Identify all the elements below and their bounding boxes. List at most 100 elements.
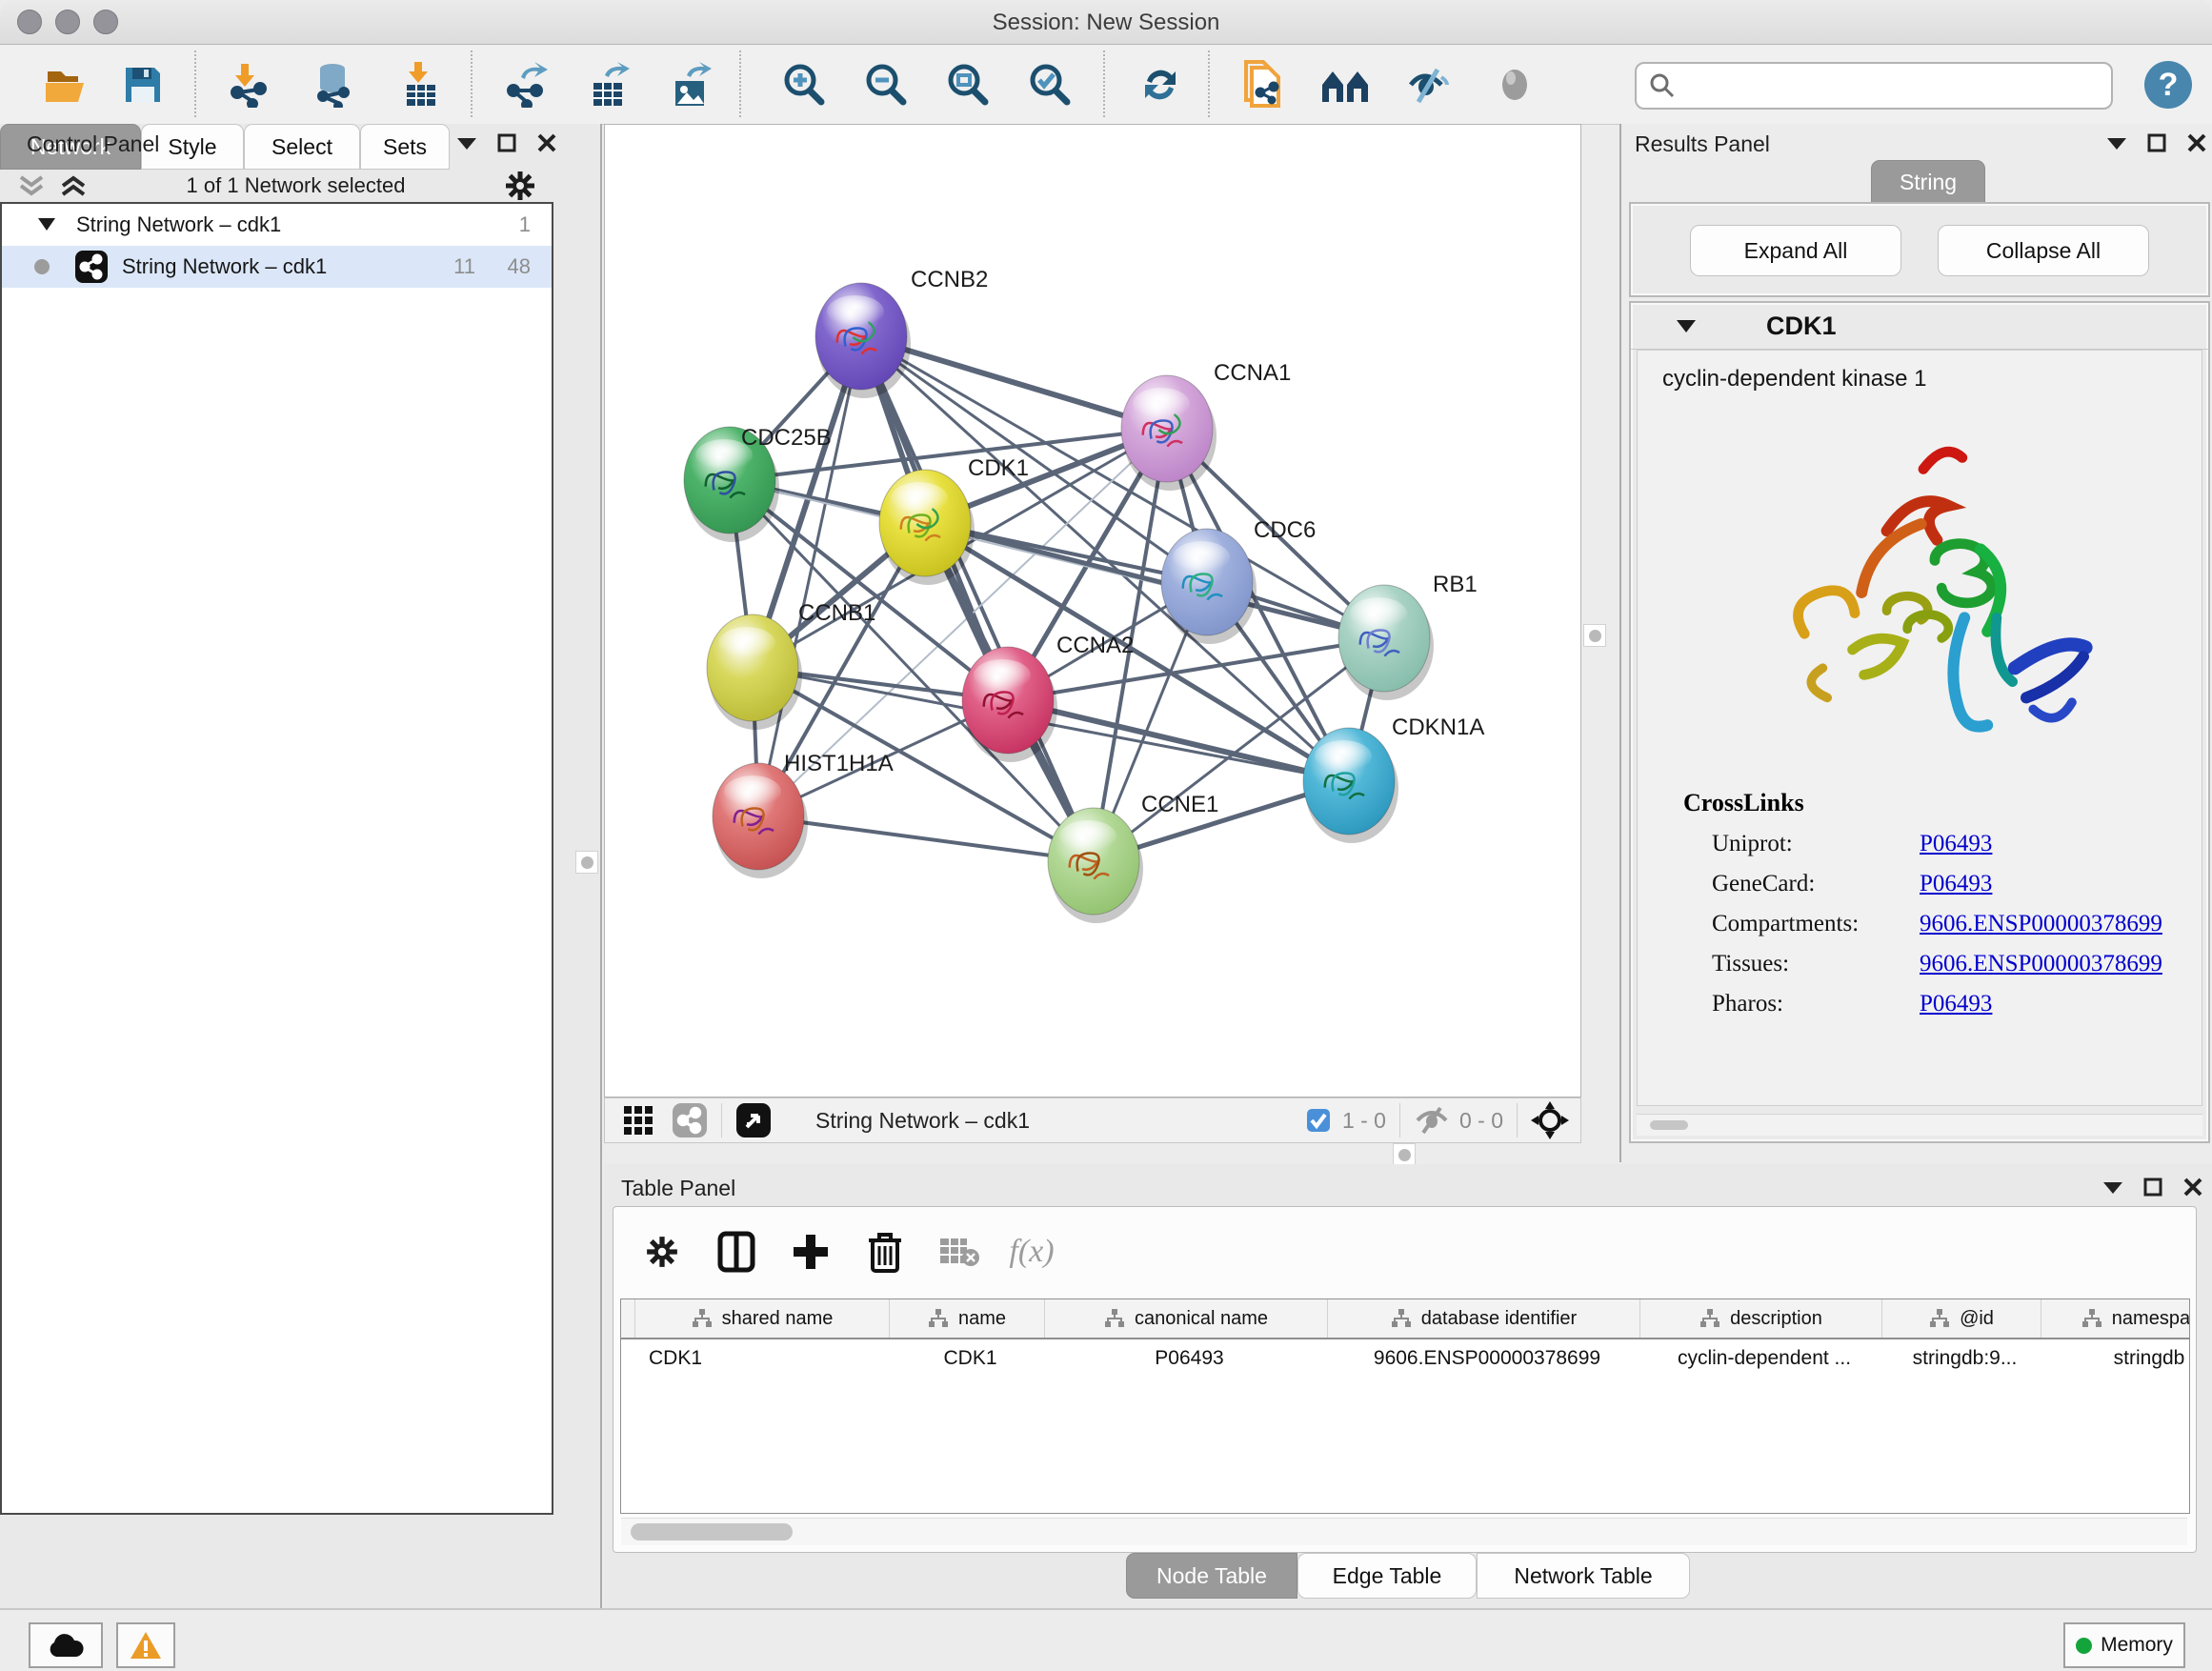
edge-CCNB2-HIST1H1A[interactable]: [758, 336, 861, 816]
table-options-gear-icon[interactable]: [636, 1226, 688, 1278]
scrollbar-thumb[interactable]: [631, 1523, 793, 1540]
save-session-icon[interactable]: [116, 58, 170, 111]
zoom-fit-icon[interactable]: [941, 58, 995, 111]
table-cell[interactable]: stringdb: [2041, 1347, 2190, 1370]
crosslink-link[interactable]: P06493: [1920, 991, 1992, 1017]
node-CCNA2[interactable]: [962, 647, 1057, 762]
import-database-icon[interactable]: [307, 58, 360, 111]
export-table-icon[interactable]: [583, 58, 636, 111]
open-session-icon[interactable]: [40, 58, 93, 111]
help-icon[interactable]: ?: [2142, 58, 2195, 111]
expand-all-tree-icon[interactable]: [59, 173, 88, 198]
tab-select[interactable]: Select: [244, 124, 360, 170]
delete-column-icon[interactable]: [859, 1226, 911, 1278]
open-in-window-icon[interactable]: [735, 1102, 772, 1138]
float-panel-icon[interactable]: [497, 133, 516, 152]
zoom-in-icon[interactable]: [777, 58, 831, 111]
results-scrollbar[interactable]: [1637, 1114, 2202, 1136]
new-network-from-file-icon[interactable]: [1235, 58, 1288, 111]
export-network-icon[interactable]: [499, 58, 553, 111]
add-column-icon[interactable]: [785, 1226, 836, 1278]
import-network-icon[interactable]: [223, 58, 276, 111]
right-splitter-handle[interactable]: [1583, 624, 1606, 647]
export-image-icon[interactable]: [665, 58, 718, 111]
bottom-splitter-handle[interactable]: [1393, 1143, 1416, 1166]
edge-CCNB2-CCNE1[interactable]: [861, 336, 1094, 861]
close-panel-icon[interactable]: [2183, 1178, 2202, 1197]
crosslink-link[interactable]: 9606.ENSP00000378699: [1920, 951, 2162, 977]
control-panel: Control Panel NetworkStyleSelectSets 1 o…: [0, 124, 602, 1608]
show-columns-icon[interactable]: [711, 1226, 762, 1278]
collapse-all-tree-icon[interactable]: [17, 173, 46, 198]
collapse-section-icon[interactable]: [1677, 319, 1696, 333]
table-scrollbar[interactable]: [621, 1518, 2187, 1545]
network-canvas[interactable]: CCNB2CCNA1CDC25BCDK1CDC6RB1CCNB1CCNA2CDK…: [604, 124, 1581, 1097]
tree-expand-icon[interactable]: [38, 218, 55, 232]
table-header-row[interactable]: shared namenamecanonical namedatabase id…: [621, 1299, 2189, 1339]
float-menu-icon[interactable]: [2103, 1180, 2122, 1194]
node-CCNB2[interactable]: [815, 283, 911, 398]
tab-network-table[interactable]: Network Table: [1477, 1553, 1690, 1599]
node-RB1[interactable]: [1338, 585, 1434, 700]
hide-graphics-details-icon[interactable]: [1402, 58, 1456, 111]
collapse-all-button[interactable]: Collapse All: [1938, 225, 2149, 276]
node-CDKN1A[interactable]: [1303, 728, 1398, 843]
float-panel-icon[interactable]: [2147, 133, 2166, 152]
memory-button[interactable]: Memory: [2063, 1622, 2185, 1668]
gene-section-header[interactable]: CDK1: [1631, 303, 2208, 350]
edge-HIST1H1A-CCNE1[interactable]: [758, 816, 1094, 861]
column-header-databaseidentifier[interactable]: database identifier: [1328, 1299, 1640, 1338]
node-CDC6[interactable]: [1161, 529, 1257, 644]
search-input[interactable]: [1635, 62, 2113, 110]
cybrowser-houses-icon[interactable]: [1318, 58, 1372, 111]
node-CDK1[interactable]: [879, 470, 975, 585]
refresh-icon[interactable]: [1134, 58, 1187, 111]
table-row[interactable]: CDK1CDK1P064939606.ENSP00000378699cyclin…: [621, 1339, 2189, 1378]
zoom-selected-icon[interactable]: [1023, 58, 1076, 111]
float-panel-icon[interactable]: [2143, 1178, 2162, 1197]
cloud-button[interactable]: [29, 1622, 103, 1668]
table-cell[interactable]: stringdb:9...: [1882, 1347, 2041, 1370]
crosslink-link[interactable]: P06493: [1920, 831, 1992, 857]
node-CCNA1[interactable]: [1121, 375, 1217, 491]
tab-node-table[interactable]: Node Table: [1126, 1553, 1297, 1599]
fit-content-crosshair-icon[interactable]: [1531, 1101, 1569, 1139]
table-cell[interactable]: P06493: [1045, 1347, 1328, 1370]
crosslink-link[interactable]: 9606.ENSP00000378699: [1920, 911, 2162, 937]
table-cell[interactable]: CDK1: [635, 1347, 890, 1370]
column-header-name[interactable]: name: [890, 1299, 1045, 1338]
close-panel-icon[interactable]: [537, 133, 556, 152]
node-CCNE1[interactable]: [1048, 808, 1143, 923]
column-header-namespace[interactable]: namespace: [2041, 1299, 2190, 1338]
left-splitter-handle[interactable]: [575, 851, 598, 874]
tab-edge-table[interactable]: Edge Table: [1297, 1553, 1477, 1599]
column-header-canonicalname[interactable]: canonical name: [1045, 1299, 1328, 1338]
table-cell[interactable]: CDK1: [890, 1347, 1045, 1370]
import-table-icon[interactable]: [394, 58, 448, 111]
table-cell[interactable]: cyclin-dependent ...: [1640, 1347, 1882, 1370]
string-network-graph[interactable]: CCNB2CCNA1CDC25BCDK1CDC6RB1CCNB1CCNA2CDK…: [605, 125, 1580, 1097]
column-header-description[interactable]: description: [1640, 1299, 1882, 1338]
node-table[interactable]: shared namenamecanonical namedatabase id…: [620, 1299, 2190, 1514]
column-header-id[interactable]: @id: [1882, 1299, 2041, 1338]
string-panel-toggle-icon[interactable]: [672, 1102, 708, 1138]
network-options-gear-icon[interactable]: [504, 170, 536, 202]
node-HIST1H1A[interactable]: [713, 763, 808, 878]
tab-sets[interactable]: Sets: [360, 124, 450, 170]
zoom-out-icon[interactable]: [859, 58, 913, 111]
network-collection-row[interactable]: String Network – cdk1 1: [2, 204, 552, 246]
birds-eye-view-icon[interactable]: [622, 1104, 654, 1137]
expand-all-button[interactable]: Expand All: [1690, 225, 1901, 276]
close-panel-icon[interactable]: [2187, 133, 2206, 152]
table-cell[interactable]: 9606.ENSP00000378699: [1328, 1347, 1640, 1370]
float-menu-icon[interactable]: [457, 136, 476, 150]
float-menu-icon[interactable]: [2107, 136, 2126, 150]
selected-checkbox-icon[interactable]: [1306, 1108, 1331, 1133]
tab-string[interactable]: String: [1871, 160, 1985, 204]
column-header-sharedname[interactable]: shared name: [635, 1299, 890, 1338]
crosslink-link[interactable]: P06493: [1920, 871, 1992, 897]
node-CCNB1[interactable]: [707, 614, 802, 730]
svg-text:?: ?: [2159, 67, 2179, 103]
warning-button[interactable]: [116, 1622, 175, 1668]
network-row-selected[interactable]: String Network – cdk1 11 48: [2, 246, 552, 288]
